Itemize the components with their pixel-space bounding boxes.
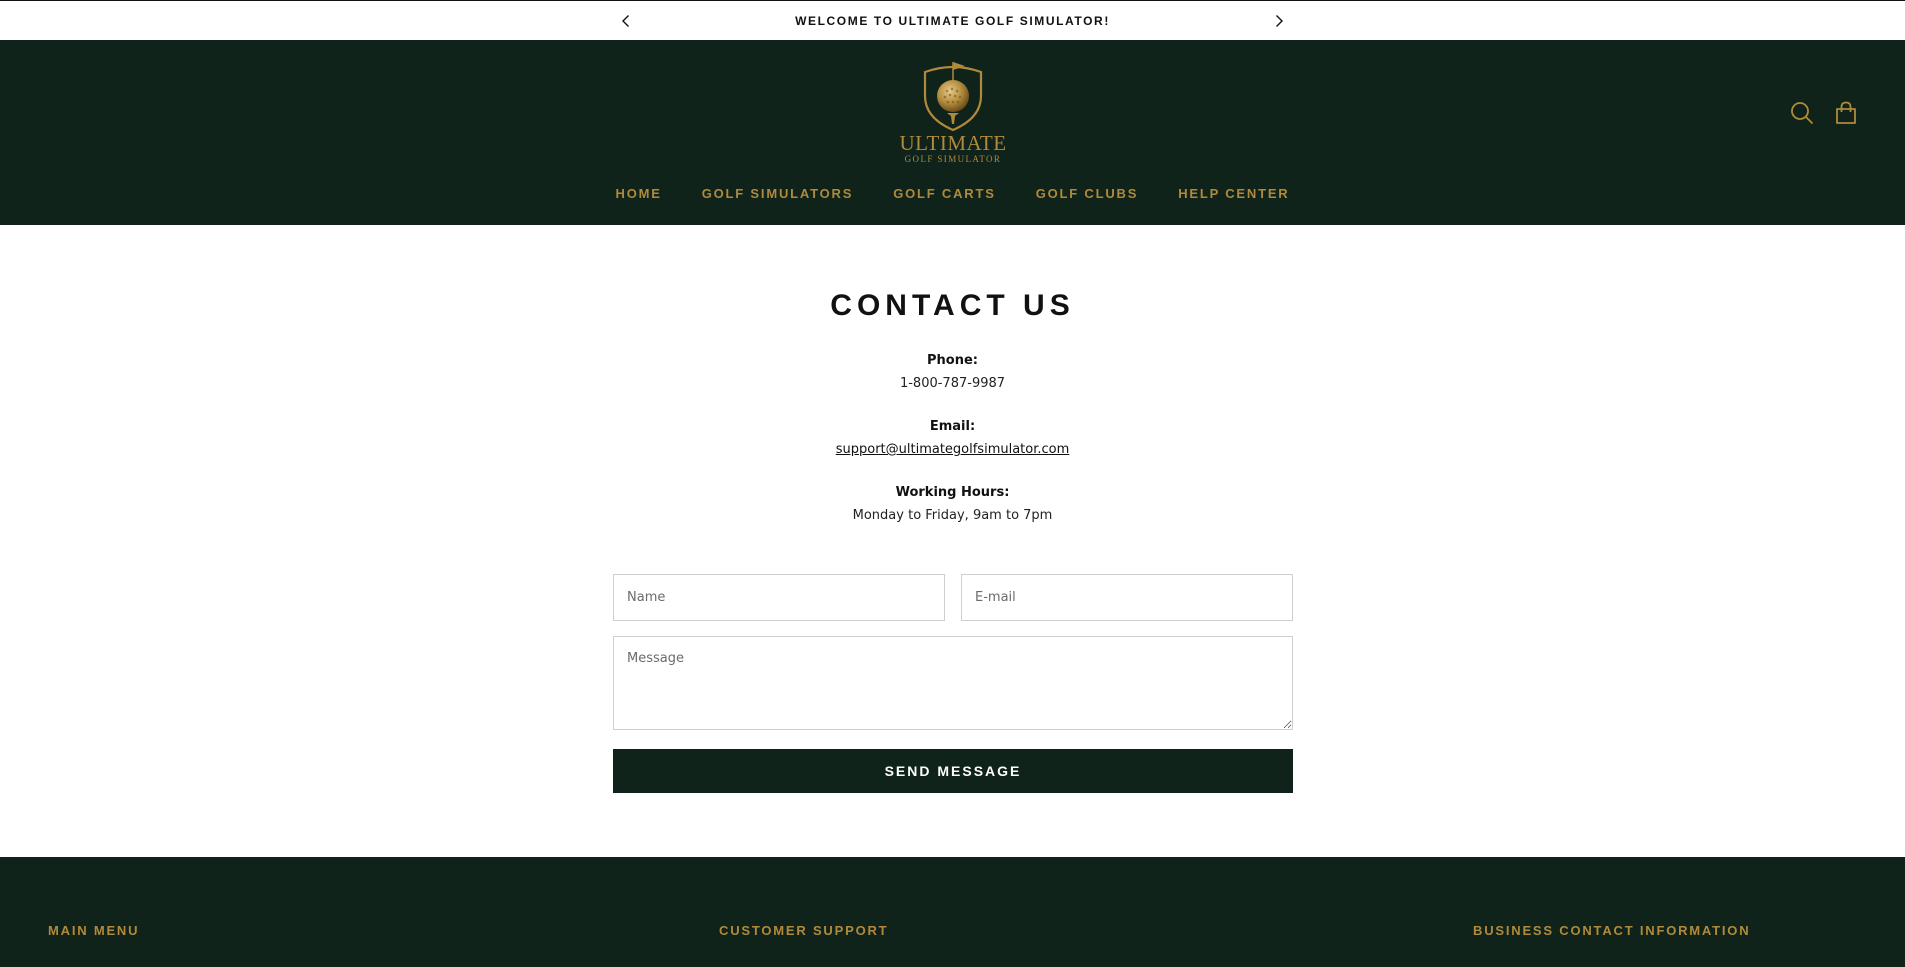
chevron-right-icon xyxy=(1276,15,1283,27)
nav-home[interactable]: HOME xyxy=(616,186,662,201)
email-link[interactable]: support@ultimategolfsimulator.com xyxy=(836,442,1070,457)
phone-label: Phone: xyxy=(927,353,978,368)
site-header: ULTIMATE GOLF SIMULATOR HOME GOLF SIMULA… xyxy=(0,40,1905,225)
announcement-text: WELCOME TO ULTIMATE GOLF SIMULATOR! xyxy=(795,14,1110,28)
logo-tagline-text: GOLF SIMULATOR xyxy=(904,154,1002,164)
page-title: CONTACT US xyxy=(830,289,1075,322)
nav-golf-carts[interactable]: GOLF CARTS xyxy=(893,186,996,201)
send-message-button[interactable]: SEND MESSAGE xyxy=(613,749,1293,793)
nav-golf-clubs[interactable]: GOLF CLUBS xyxy=(1036,186,1139,201)
golf-shield-logo-icon xyxy=(923,62,983,132)
cart-button[interactable] xyxy=(1833,100,1859,126)
main-navigation: HOME GOLF SIMULATORS GOLF CARTS GOLF CLU… xyxy=(0,186,1905,201)
footer-business-contact-title: BUSINESS CONTACT INFORMATION xyxy=(1473,923,1751,938)
nav-golf-simulators[interactable]: GOLF SIMULATORS xyxy=(702,186,853,201)
phone-info: Phone: 1-800-787-9987 xyxy=(0,350,1905,396)
nav-help-center[interactable]: HELP CENTER xyxy=(1178,186,1289,201)
site-logo[interactable]: ULTIMATE GOLF SIMULATOR xyxy=(893,58,1013,178)
announcement-bar: WELCOME TO ULTIMATE GOLF SIMULATOR! xyxy=(0,0,1905,40)
previous-announcement-button[interactable] xyxy=(616,11,636,31)
site-footer: MAIN MENU CUSTOMER SUPPORT BUSINESS CONT… xyxy=(0,857,1905,967)
working-hours-value: Monday to Friday, 9am to 7pm xyxy=(852,508,1053,523)
header-actions xyxy=(1789,100,1859,126)
footer-main-menu-title: MAIN MENU xyxy=(48,923,140,938)
working-hours-info: Working Hours: Monday to Friday, 9am to … xyxy=(0,482,1905,528)
email-info: Email: support@ultimategolfsimulator.com xyxy=(0,416,1905,462)
search-icon xyxy=(1791,102,1813,124)
footer-customer-support-title: CUSTOMER SUPPORT xyxy=(719,923,889,938)
contact-section: CONTACT US Phone: 1-800-787-9987 Email: … xyxy=(0,225,1905,857)
email-label: Email: xyxy=(929,419,976,434)
chevron-left-icon xyxy=(622,15,629,27)
working-hours-label: Working Hours: xyxy=(895,485,1010,500)
shopping-bag-icon xyxy=(1836,101,1856,124)
phone-value: 1-800-787-9987 xyxy=(899,376,1006,391)
logo-brand-text: ULTIMATE xyxy=(899,131,1007,155)
name-input[interactable] xyxy=(613,574,945,621)
message-textarea[interactable] xyxy=(613,636,1293,730)
next-announcement-button[interactable] xyxy=(1269,11,1289,31)
email-input[interactable] xyxy=(961,574,1293,621)
search-button[interactable] xyxy=(1789,100,1815,126)
